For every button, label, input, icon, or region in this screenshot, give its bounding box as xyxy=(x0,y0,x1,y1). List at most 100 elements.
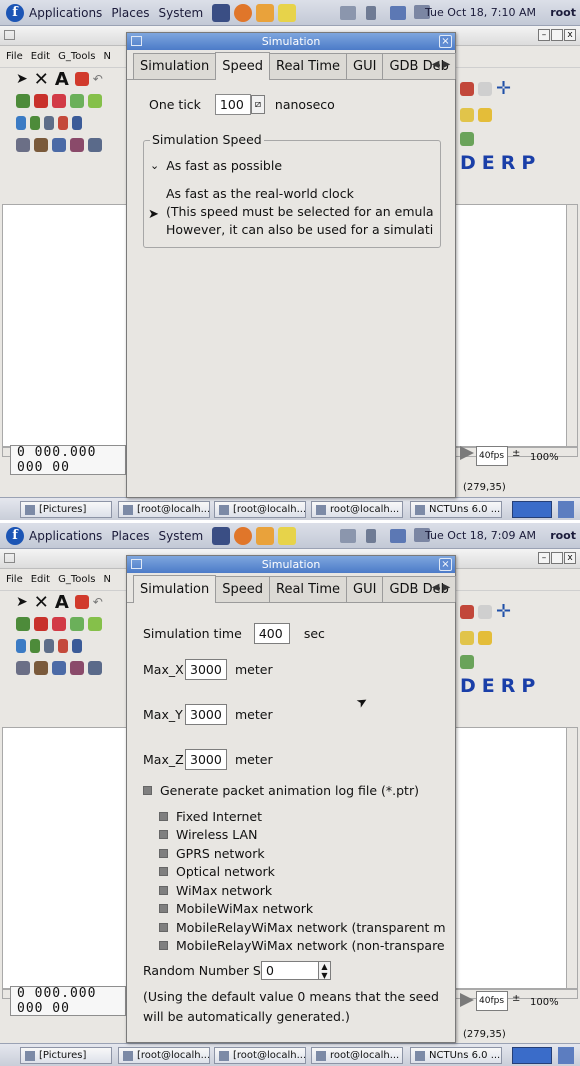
dialog-close-icon[interactable]: × xyxy=(439,35,452,48)
router-icon[interactable] xyxy=(34,94,48,108)
random-seed-input[interactable]: 0 xyxy=(261,961,319,980)
max-z-input[interactable]: 3000 xyxy=(185,749,227,770)
applications-menu[interactable]: Applications xyxy=(29,529,102,543)
places-menu[interactable]: Places xyxy=(111,529,149,543)
relay-icon[interactable] xyxy=(72,116,82,130)
spin-arrows-icon[interactable]: ▲ ▼ xyxy=(319,961,331,980)
editor-launcher-icon[interactable] xyxy=(278,526,297,545)
dialog-menu-icon[interactable] xyxy=(131,36,142,46)
task-nctuns[interactable]: NCTUns 6.0 ... xyxy=(410,501,502,518)
tab-gui[interactable]: GUI xyxy=(346,576,384,602)
switch-icon[interactable] xyxy=(52,617,66,631)
right-grey-icon[interactable] xyxy=(478,82,492,96)
network-checkbox[interactable] xyxy=(159,830,168,840)
right-grey-icon[interactable] xyxy=(478,605,492,619)
mode-letters[interactable]: DERP xyxy=(460,152,541,174)
terminal-launcher-icon[interactable] xyxy=(212,3,231,22)
host-icon[interactable] xyxy=(16,617,30,631)
option-realworld-label[interactable]: As fast as the real-world clock xyxy=(166,186,354,201)
tab-simulation[interactable]: Simulation xyxy=(133,53,217,79)
network-checkbox[interactable] xyxy=(159,811,168,821)
menu-edit[interactable]: Edit xyxy=(31,574,50,585)
phone-icon[interactable] xyxy=(44,116,54,130)
applications-menu[interactable]: Applications xyxy=(29,6,102,20)
ptr-checkbox[interactable] xyxy=(143,786,152,795)
network-item[interactable]: MobileWiMax network xyxy=(159,900,446,919)
access-point-icon[interactable] xyxy=(88,94,102,108)
network-item[interactable]: MobileRelayWiMax network (transparent m xyxy=(159,918,446,937)
clock[interactable]: Tue Oct 18, 7:10 AM xyxy=(425,6,536,19)
tower-icon[interactable] xyxy=(30,116,40,130)
home-launcher-icon[interactable] xyxy=(256,526,275,545)
pin-icon[interactable] xyxy=(74,595,89,609)
task-terminal-2[interactable]: [root@localh... xyxy=(214,1047,306,1064)
network-checkbox[interactable] xyxy=(159,867,168,877)
tab-scroll-icon[interactable]: ◀ ▶ xyxy=(431,55,451,73)
tab-simulation[interactable]: Simulation xyxy=(133,575,217,603)
vertical-scrollbar[interactable] xyxy=(566,204,578,447)
zoom-stepper-icon[interactable]: ± xyxy=(512,993,520,1004)
places-menu[interactable]: Places xyxy=(111,6,149,20)
window-menu-icon[interactable] xyxy=(4,30,15,40)
device-2-icon[interactable] xyxy=(34,138,48,152)
access-point-icon[interactable] xyxy=(88,617,102,631)
fedora-logo-icon[interactable]: f xyxy=(6,3,24,22)
device-4-icon[interactable] xyxy=(70,661,84,675)
keyboard-tray-icon[interactable] xyxy=(340,529,356,543)
menu-n[interactable]: N xyxy=(104,574,111,585)
hub-icon[interactable] xyxy=(70,94,84,108)
system-menu[interactable]: System xyxy=(158,6,203,20)
network-item[interactable]: MobileRelayWiMax network (non-transpare xyxy=(159,937,446,956)
device-3-icon[interactable] xyxy=(52,661,66,675)
option-fast-row[interactable]: ⌄ As fast as possible xyxy=(150,158,282,173)
maximize-icon[interactable] xyxy=(551,552,563,564)
tab-gui[interactable]: GUI xyxy=(346,53,384,79)
network-checkbox[interactable] xyxy=(159,922,168,932)
minimize-icon[interactable]: – xyxy=(538,552,550,564)
satellite-icon[interactable] xyxy=(58,116,68,130)
firefox-launcher-icon[interactable] xyxy=(234,3,253,22)
dialog-menu-icon[interactable] xyxy=(131,559,142,569)
menu-gtools[interactable]: G_Tools xyxy=(58,51,95,62)
network-item[interactable]: WiMax network xyxy=(159,881,446,900)
sim-time-input[interactable]: 400 xyxy=(253,623,290,644)
firefox-launcher-icon[interactable] xyxy=(234,526,253,545)
max-y-input[interactable]: 3000 xyxy=(185,704,227,725)
device-1-icon[interactable] xyxy=(16,661,30,675)
right-yellow-icon[interactable] xyxy=(460,108,474,122)
user-name[interactable]: root xyxy=(550,529,576,542)
home-launcher-icon[interactable] xyxy=(256,3,275,22)
edit-value-icon[interactable]: ⧄ xyxy=(250,95,265,114)
pin-icon[interactable] xyxy=(74,72,89,86)
tower-icon[interactable] xyxy=(30,639,40,653)
system-menu[interactable]: System xyxy=(158,529,203,543)
text-tool-icon[interactable]: A xyxy=(55,592,69,613)
device-2-icon[interactable] xyxy=(34,661,48,675)
menu-edit[interactable]: Edit xyxy=(31,51,50,62)
fps-field[interactable]: 40fps xyxy=(476,991,508,1011)
ptr-row[interactable]: Generate packet animation log file (*.pt… xyxy=(143,783,419,798)
device-5-icon[interactable] xyxy=(88,661,102,675)
close-icon[interactable]: x xyxy=(564,29,576,41)
network-item[interactable]: GPRS network xyxy=(159,844,446,863)
editor-launcher-icon[interactable] xyxy=(278,3,297,22)
zoom-level[interactable]: 100% xyxy=(530,997,559,1008)
task-pictures[interactable]: [Pictures] xyxy=(20,501,112,518)
workspace-switcher[interactable] xyxy=(512,501,552,518)
window-menu-icon[interactable] xyxy=(4,553,15,563)
switch-icon[interactable] xyxy=(52,94,66,108)
network-item[interactable]: Wireless LAN xyxy=(159,826,446,845)
task-terminal-3[interactable]: root@localh... xyxy=(311,501,403,518)
tab-scroll-icon[interactable]: ◀ ▶ xyxy=(431,578,451,596)
network-item[interactable]: Optical network xyxy=(159,863,446,882)
right-green-icon[interactable] xyxy=(460,655,474,669)
tab-speed[interactable]: Speed xyxy=(215,576,271,602)
close-icon[interactable]: x xyxy=(564,552,576,564)
task-pictures[interactable]: [Pictures] xyxy=(20,1047,112,1064)
network-checkbox[interactable] xyxy=(159,904,168,914)
device-5-icon[interactable] xyxy=(88,138,102,152)
host-icon[interactable] xyxy=(16,94,30,108)
menu-file[interactable]: File xyxy=(6,51,23,62)
phone-icon[interactable] xyxy=(44,639,54,653)
task-terminal-3[interactable]: root@localh... xyxy=(311,1047,403,1064)
